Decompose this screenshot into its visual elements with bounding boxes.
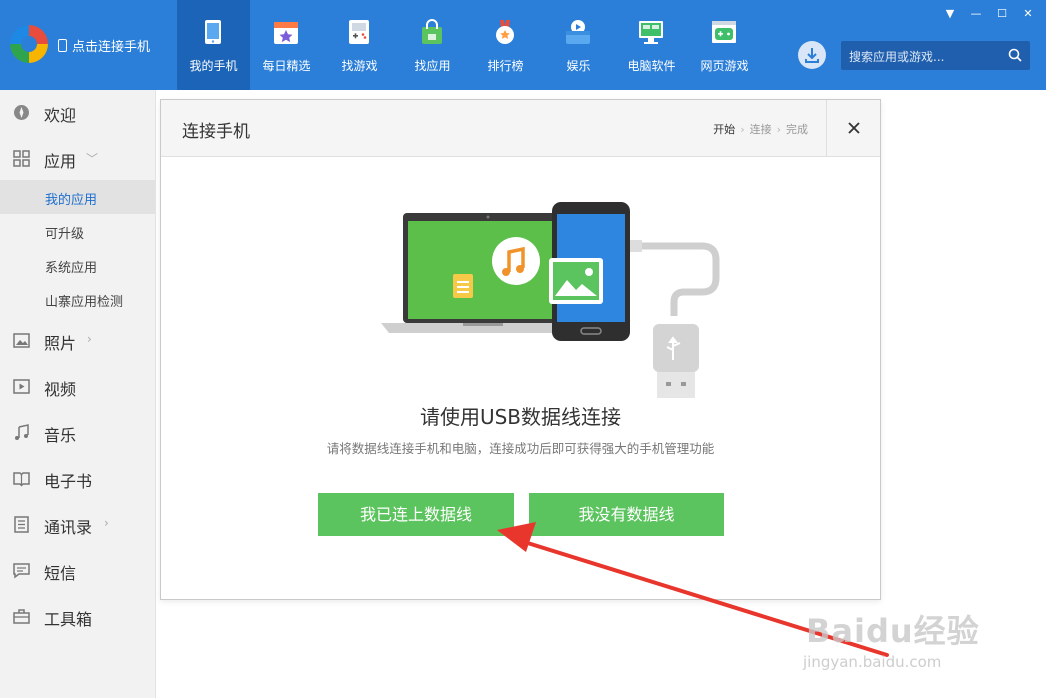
download-icon bbox=[805, 48, 819, 63]
cable-connected-button[interactable]: 我已连上数据线 bbox=[318, 493, 514, 536]
nav-find-games[interactable]: 找游戏 bbox=[323, 0, 396, 90]
nav-label: 找应用 bbox=[414, 59, 451, 73]
main-nav: 我的手机 每日精选 找游戏 找应用 排行榜 娱乐 电脑软件 网页游戏 bbox=[177, 0, 761, 90]
no-cable-button[interactable]: 我没有数据线 bbox=[529, 493, 724, 536]
nav-label: 排行榜 bbox=[487, 59, 524, 73]
sidebar-label: 欢迎 bbox=[44, 106, 77, 125]
chevron-right-icon: › bbox=[87, 332, 92, 346]
nav-label: 网页游戏 bbox=[700, 59, 749, 73]
search-input[interactable] bbox=[841, 41, 1011, 72]
video-icon bbox=[13, 379, 30, 394]
chevron-right-icon: › bbox=[104, 516, 109, 530]
shopping-bag-icon bbox=[422, 19, 442, 44]
sidebar-sub-system-apps[interactable]: 系统应用 bbox=[0, 248, 155, 282]
chevron-down-icon: ﹀ bbox=[86, 152, 99, 166]
sidebar-item-contacts[interactable]: 通讯录 › bbox=[0, 506, 155, 542]
sidebar-label: 电子书 bbox=[44, 472, 93, 491]
nav-rankings[interactable]: 排行榜 bbox=[469, 0, 542, 90]
search-icon[interactable] bbox=[1008, 48, 1022, 62]
sidebar-label: 视频 bbox=[44, 380, 77, 399]
search-box bbox=[841, 41, 1030, 72]
grid-icon bbox=[13, 150, 30, 167]
dialog-heading: 请使用USB数据线连接 bbox=[419, 405, 622, 429]
nav-pc-software[interactable]: 电脑软件 bbox=[615, 0, 688, 90]
usb-connection-illustration bbox=[381, 202, 720, 398]
web-game-icon bbox=[712, 21, 736, 43]
sidebar-label: 应用 bbox=[44, 152, 77, 171]
sidebar-item-ebooks[interactable]: 电子书 bbox=[0, 460, 155, 496]
step-connect: 连接 bbox=[749, 123, 772, 136]
medal-icon bbox=[496, 20, 514, 44]
contacts-icon bbox=[14, 516, 29, 533]
minimize-icon[interactable]: — bbox=[970, 8, 982, 20]
calendar-star-icon bbox=[274, 22, 298, 44]
connect-phone-dialog: 连接手机 开始 › 连接 › 完成 请使用USB数据线连接 请将数据线连接手机和… bbox=[160, 99, 881, 600]
sidebar-item-toolbox[interactable]: 工具箱 bbox=[0, 598, 155, 634]
nav-find-apps[interactable]: 找应用 bbox=[396, 0, 469, 90]
sidebar-label: 照片 bbox=[44, 334, 77, 353]
dialog-description: 请将数据线连接手机和电脑，连接成功后即可获得强大的手机管理功能 bbox=[326, 441, 715, 456]
sidebar-item-music[interactable]: 音乐 bbox=[0, 414, 155, 450]
step-start: 开始 bbox=[713, 123, 736, 136]
gamepad-icon bbox=[349, 20, 369, 44]
photo-icon bbox=[13, 333, 30, 348]
nav-label: 每日精选 bbox=[262, 59, 311, 73]
compass-icon bbox=[14, 105, 29, 120]
sidebar-sub-label: 系统应用 bbox=[45, 261, 98, 276]
play-box-icon bbox=[566, 20, 590, 44]
menu-dropdown-icon[interactable]: ▼ bbox=[944, 8, 956, 20]
close-icon bbox=[848, 122, 860, 134]
connect-phone-label: 点击连接手机 bbox=[72, 40, 151, 55]
window-controls: ▼ — ☐ ✕ bbox=[944, 8, 1034, 20]
music-note-icon bbox=[15, 424, 29, 440]
sidebar-item-apps[interactable]: 应用 ﹀ bbox=[0, 140, 155, 176]
nav-web-games[interactable]: 网页游戏 bbox=[688, 0, 761, 90]
close-window-icon[interactable]: ✕ bbox=[1022, 8, 1034, 20]
sidebar-sub-label: 我的应用 bbox=[45, 193, 98, 208]
step-indicator: 开始 › 连接 › 完成 bbox=[713, 123, 808, 136]
sidebar-item-videos[interactable]: 视频 bbox=[0, 368, 155, 404]
sidebar-sub-my-apps[interactable]: 我的应用 bbox=[0, 180, 155, 214]
step-done: 完成 bbox=[786, 123, 808, 136]
connect-phone-link[interactable]: 点击连接手机 bbox=[58, 36, 150, 55]
sidebar-label: 短信 bbox=[44, 564, 77, 583]
sidebar-label: 工具箱 bbox=[44, 610, 93, 629]
sidebar-sub-label: 山寨应用检测 bbox=[45, 295, 124, 310]
sidebar-item-welcome[interactable]: 欢迎 bbox=[0, 94, 155, 130]
nav-label: 找游戏 bbox=[341, 59, 378, 73]
phone-icon bbox=[205, 20, 221, 44]
dialog-header: 连接手机 开始 › 连接 › 完成 bbox=[161, 100, 880, 157]
nav-label: 电脑软件 bbox=[627, 59, 676, 73]
sidebar-label: 音乐 bbox=[44, 426, 77, 445]
toolbox-icon bbox=[13, 609, 30, 624]
dialog-close-button[interactable] bbox=[826, 100, 881, 156]
app-logo bbox=[10, 25, 48, 63]
maximize-icon[interactable]: ☐ bbox=[996, 8, 1008, 20]
book-icon bbox=[13, 472, 30, 487]
dialog-title: 连接手机 bbox=[182, 122, 250, 142]
nav-daily-picks[interactable]: 每日精选 bbox=[250, 0, 323, 90]
sidebar-item-photos[interactable]: 照片 › bbox=[0, 322, 155, 358]
sidebar-sub-label: 可升级 bbox=[45, 227, 85, 242]
monitor-icon bbox=[639, 21, 663, 44]
sidebar-sub-fake-app-check[interactable]: 山寨应用检测 bbox=[0, 282, 155, 316]
nav-entertainment[interactable]: 娱乐 bbox=[542, 0, 615, 90]
usb-plug-icon bbox=[58, 39, 67, 52]
sidebar-label: 通讯录 bbox=[44, 518, 93, 537]
download-manager-button[interactable] bbox=[798, 41, 826, 69]
message-icon bbox=[13, 563, 30, 579]
sidebar: 欢迎 应用 ﹀ 我的应用 可升级 系统应用 山寨应用检测 照片 › 视频 音乐 … bbox=[0, 90, 156, 698]
nav-label: 娱乐 bbox=[566, 59, 591, 73]
nav-my-phone[interactable]: 我的手机 bbox=[177, 0, 250, 90]
sidebar-sub-upgradable[interactable]: 可升级 bbox=[0, 214, 155, 248]
nav-label: 我的手机 bbox=[189, 59, 238, 73]
top-bar: 点击连接手机 我的手机 每日精选 找游戏 找应用 排行榜 娱乐 电脑软件 网页游… bbox=[0, 0, 1046, 90]
sidebar-item-sms[interactable]: 短信 bbox=[0, 552, 155, 588]
